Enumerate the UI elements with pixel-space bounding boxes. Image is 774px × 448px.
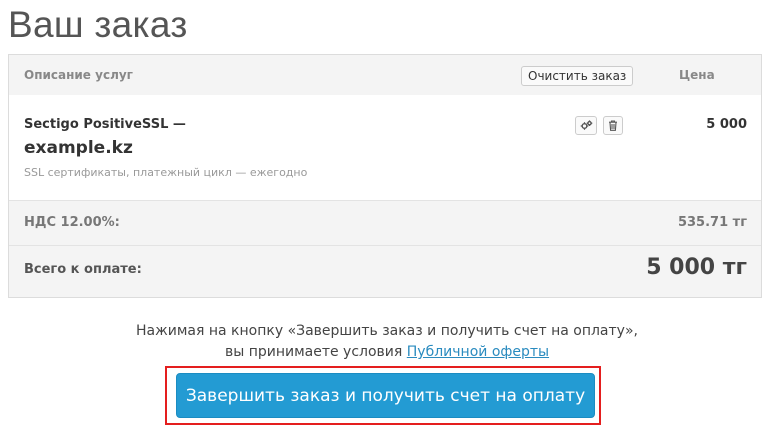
terms-line-2: вы принимаете условия Публичной оферты xyxy=(0,342,774,363)
page-title: Ваш заказ xyxy=(8,4,188,45)
tax-row: НДС 12.00%: 535.71 тг xyxy=(9,201,761,246)
total-row: Всего к оплате: 5 000 тг xyxy=(9,246,761,297)
terms-line-1: Нажимая на кнопку «Завершить заказ и пол… xyxy=(136,323,638,339)
terms-prefix: вы принимаете условия xyxy=(224,344,407,360)
order-summary-table: Описание услуг Очистить заказ Цена Secti… xyxy=(8,54,762,298)
cart-item-row: Sectigo PositiveSSL — example.kz SSL сер… xyxy=(9,95,761,201)
product-description: SSL сертификаты, платежный цикл — ежегод… xyxy=(24,166,308,179)
public-offer-link[interactable]: Публичной оферты xyxy=(407,344,549,360)
description-column-header: Описание услуг xyxy=(24,68,133,82)
table-header: Описание услуг Очистить заказ Цена xyxy=(9,55,761,95)
total-amount: 5 000 тг xyxy=(646,255,747,280)
remove-item-button[interactable] xyxy=(603,116,623,135)
empty-cart-button[interactable]: Очистить заказ xyxy=(521,66,634,86)
tax-amount: 535.71 тг xyxy=(677,215,747,230)
gears-icon xyxy=(580,116,593,135)
price-column-header: Цена xyxy=(679,68,715,82)
total-label: Всего к оплате: xyxy=(24,262,142,277)
terms-notice: Нажимая на кнопку «Завершить заказ и пол… xyxy=(0,321,774,363)
tax-label: НДС 12.00%: xyxy=(24,215,120,230)
item-price: 5 000 xyxy=(706,117,747,132)
product-domain: example.kz xyxy=(24,138,133,158)
trash-icon xyxy=(608,116,618,135)
product-name: Sectigo PositiveSSL — xyxy=(24,117,186,132)
checkout-button[interactable]: Завершить заказ и получить счет на оплат… xyxy=(176,373,595,418)
configure-item-button[interactable] xyxy=(575,116,597,135)
